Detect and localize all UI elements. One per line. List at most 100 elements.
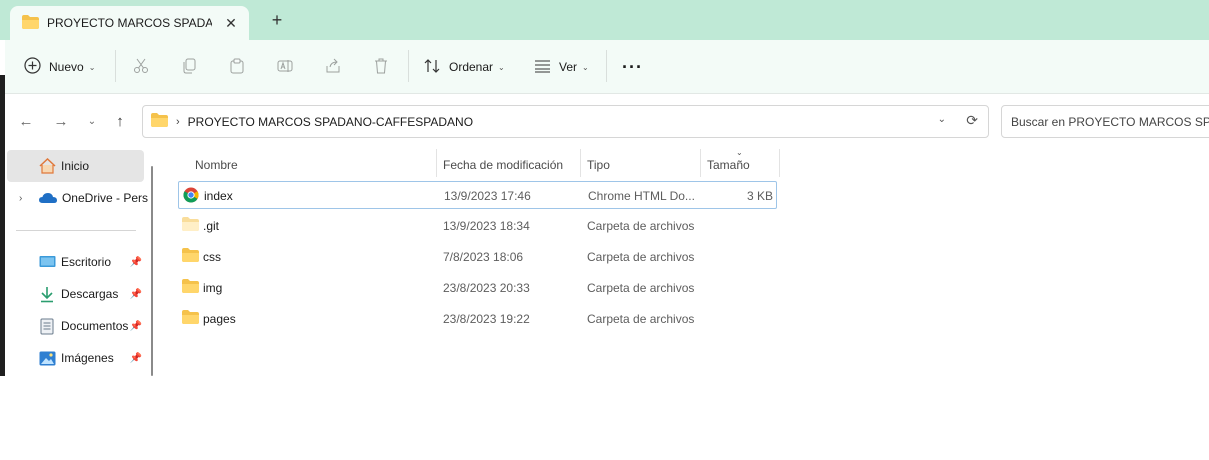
- sidebar-item-label: Escritorio: [61, 255, 112, 269]
- new-label: Nuevo: [49, 60, 84, 74]
- share-button[interactable]: [325, 53, 341, 81]
- column-divider[interactable]: [436, 149, 437, 177]
- column-header-size[interactable]: Tamaño: [707, 155, 750, 175]
- paste-button[interactable]: [229, 53, 245, 81]
- chevron-down-icon: ⌄: [582, 62, 589, 72]
- sidebar-divider: [16, 230, 136, 231]
- sidebar-item-label: Inicio: [61, 159, 90, 173]
- more-options-button[interactable]: ···: [622, 53, 643, 81]
- paste-icon: [229, 58, 245, 77]
- folder-icon: [151, 113, 168, 130]
- table-row[interactable]: pages 23/8/2023 19:22 Carpeta de archivo…: [178, 305, 777, 333]
- file-size: 3 KB: [746, 189, 773, 203]
- toolbar-divider: [115, 50, 116, 82]
- cut-icon: [133, 58, 149, 77]
- file-type: Carpeta de archivos: [587, 219, 695, 233]
- refresh-icon[interactable]: ⟳: [966, 112, 978, 129]
- chrome-icon: [183, 187, 201, 203]
- view-button[interactable]: Ver ⌄: [534, 53, 589, 81]
- rename-icon: [277, 58, 293, 77]
- sidebar-item-label: Documentos: [61, 319, 129, 333]
- view-list-icon: [534, 59, 551, 76]
- sidebar-item-escritorio[interactable]: Escritorio 📌: [7, 246, 144, 278]
- home-icon: [38, 157, 56, 175]
- sidebar-item-imagenes[interactable]: Imágenes 📌: [7, 342, 144, 374]
- rename-button[interactable]: [277, 53, 293, 81]
- table-row[interactable]: css 7/8/2023 18:06 Carpeta de archivos: [178, 243, 777, 271]
- column-header-modified[interactable]: Fecha de modificación: [443, 155, 563, 175]
- back-arrow-icon[interactable]: ←: [16, 111, 36, 131]
- delete-icon: [373, 58, 389, 77]
- command-bar: Nuevo ⌄ Ordenar ⌄ Ver ⌄ ···: [5, 40, 1209, 94]
- table-row[interactable]: index 13/9/2023 17:46 Chrome HTML Do... …: [178, 181, 777, 209]
- sort-indicator-icon: ⌄: [736, 148, 743, 157]
- breadcrumb-separator[interactable]: ›: [176, 116, 180, 128]
- file-explorer-window: PROYECTO MARCOS SPADAN ✕ + Nuevo ⌄ Orden…: [0, 0, 1209, 376]
- file-name: img: [203, 281, 223, 295]
- column-divider[interactable]: [580, 149, 581, 177]
- sidebar-item-inicio[interactable]: Inicio: [7, 150, 144, 182]
- tab-proyecto[interactable]: PROYECTO MARCOS SPADAN ✕: [10, 6, 249, 40]
- title-bar: PROYECTO MARCOS SPADAN ✕ +: [0, 0, 1209, 40]
- file-name: css: [203, 250, 221, 264]
- plus-circle-icon: [24, 57, 41, 77]
- sidebar-item-documentos[interactable]: Documentos 📌: [7, 310, 144, 342]
- chevron-down-icon: ⌄: [88, 62, 96, 72]
- file-modified: 23/8/2023 19:22: [443, 312, 530, 326]
- sort-icon: [424, 58, 441, 77]
- column-divider[interactable]: [779, 149, 780, 177]
- documents-icon: [38, 317, 56, 335]
- file-type: Carpeta de archivos: [587, 250, 695, 264]
- desktop-icon: [38, 253, 56, 271]
- sidebar-item-descargas[interactable]: Descargas 📌: [7, 278, 144, 310]
- file-name: index: [204, 189, 233, 203]
- column-header-type[interactable]: Tipo: [587, 155, 610, 175]
- up-arrow-icon[interactable]: ↑: [110, 111, 130, 131]
- toolbar-divider: [606, 50, 607, 82]
- expand-chevron-icon[interactable]: ›: [19, 193, 31, 204]
- file-modified: 23/8/2023 20:33: [443, 281, 530, 295]
- search-input[interactable]: Buscar en PROYECTO MARCOS SPADANO-CAFFES…: [1001, 105, 1209, 138]
- file-type: Carpeta de archivos: [587, 312, 695, 326]
- sidebar-item-label: Imágenes: [61, 351, 114, 365]
- pin-icon[interactable]: 📌: [130, 257, 142, 268]
- sort-button[interactable]: Ordenar ⌄: [424, 53, 505, 81]
- chevron-down-icon[interactable]: ⌄: [938, 114, 946, 125]
- chevron-down-icon: ⌄: [498, 62, 505, 72]
- breadcrumb-current[interactable]: PROYECTO MARCOS SPADANO-CAFFESPADANO: [188, 115, 473, 129]
- share-icon: [325, 58, 341, 77]
- download-icon: [38, 285, 56, 303]
- sidebar-item-label: Descargas: [61, 287, 119, 301]
- forward-arrow-icon[interactable]: →: [51, 111, 71, 131]
- file-modified: 13/9/2023 17:46: [444, 189, 531, 203]
- onedrive-icon: [38, 189, 57, 207]
- tab-label: PROYECTO MARCOS SPADAN: [47, 16, 212, 30]
- sidebar-scrollbar[interactable]: [151, 166, 153, 376]
- file-modified: 7/8/2023 18:06: [443, 250, 524, 264]
- close-tab-icon[interactable]: ✕: [223, 15, 239, 31]
- pin-icon[interactable]: 📌: [130, 353, 142, 364]
- table-row[interactable]: .git 13/9/2023 18:34 Carpeta de archivos: [178, 212, 777, 240]
- column-divider[interactable]: [700, 149, 701, 177]
- file-type: Carpeta de archivos: [587, 281, 695, 295]
- file-name: .git: [203, 219, 220, 233]
- table-row[interactable]: img 23/8/2023 20:33 Carpeta de archivos: [178, 274, 777, 302]
- file-modified: 13/9/2023 18:34: [443, 219, 530, 233]
- folder-icon: [182, 279, 200, 295]
- sidebar-item-label: OneDrive - Pers: [61, 191, 148, 205]
- sidebar-item-onedrive[interactable]: › OneDrive - Pers: [7, 182, 148, 214]
- new-tab-button[interactable]: +: [268, 11, 286, 30]
- new-button[interactable]: Nuevo ⌄: [24, 53, 95, 81]
- address-bar[interactable]: › PROYECTO MARCOS SPADANO-CAFFESPADANO ⌄…: [142, 105, 989, 138]
- recent-chevron-icon[interactable]: ⌄: [82, 111, 102, 131]
- pin-icon[interactable]: 📌: [130, 321, 142, 332]
- toolbar-divider: [408, 50, 409, 82]
- column-header-name[interactable]: Nombre: [195, 155, 238, 175]
- cut-button[interactable]: [133, 53, 149, 81]
- delete-button[interactable]: [373, 53, 389, 81]
- pin-icon[interactable]: 📌: [130, 289, 142, 300]
- copy-button[interactable]: [181, 53, 197, 81]
- navigation-pane: Inicio › OneDrive - Pers Escritorio 📌 De…: [5, 148, 160, 376]
- folder-icon: [22, 14, 39, 32]
- sort-label: Ordenar: [449, 60, 494, 74]
